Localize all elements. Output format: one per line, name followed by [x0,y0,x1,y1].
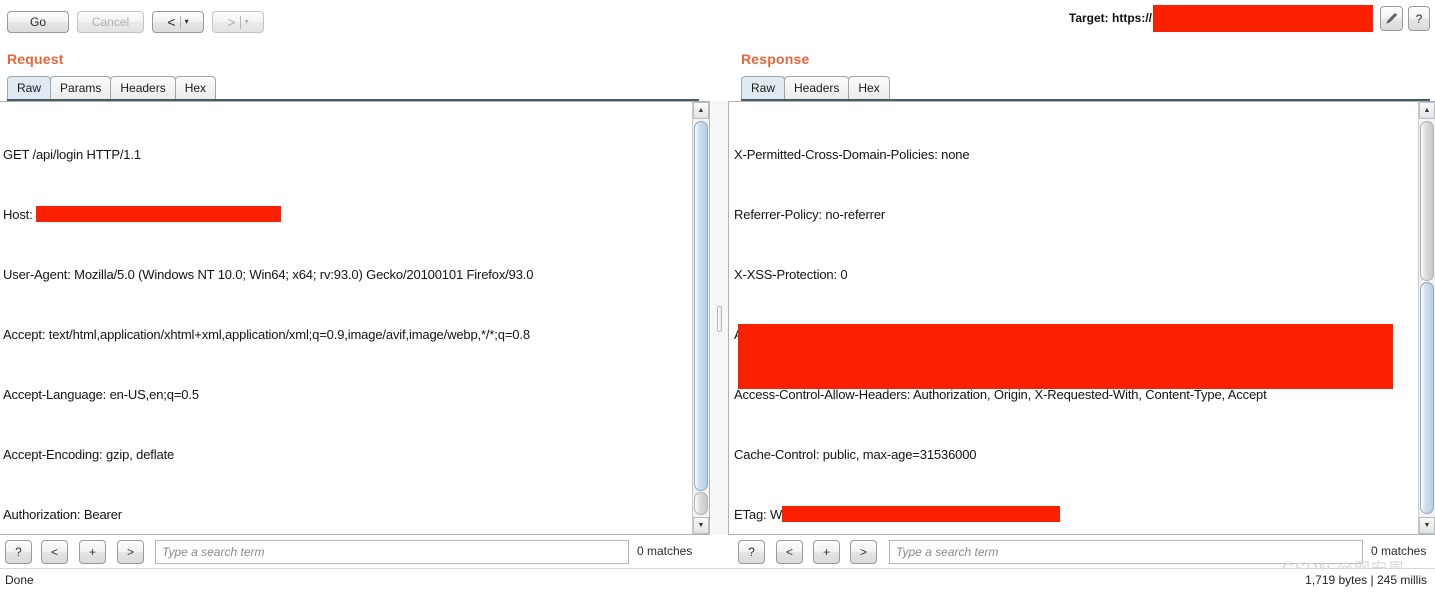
response-tabs: Raw Headers Hex [741,76,889,100]
scroll-down-icon[interactable]: ▼ [693,517,709,534]
csp-redaction [738,324,1393,389]
request-search-bar: ? < + > 0 matches [0,540,711,566]
request-search-next-button[interactable]: > [117,540,144,564]
button-label: ? [748,545,755,559]
tab-label: Raw [751,81,775,95]
request-line: Accept-Language: en-US,en;q=0.5 [3,385,689,405]
target-label: Target: https:// [1069,11,1152,25]
button-label: < [51,545,58,559]
tab-response-headers[interactable]: Headers [784,76,849,99]
divider [180,16,181,29]
button-label: ? [15,545,22,559]
request-line: Authorization: Bearer [3,505,689,525]
response-panel-title: Response [741,51,810,67]
chevron-right-icon: > [227,15,235,29]
response-search-input[interactable] [889,540,1363,564]
scroll-up-icon[interactable]: ▲ [693,102,709,119]
response-text-pane[interactable]: X-Permitted-Cross-Domain-Policies: none … [728,101,1435,535]
panel-splitter[interactable] [711,101,728,535]
tab-label: Raw [17,81,41,95]
scroll-thumb[interactable] [694,121,708,491]
request-panel-title: Request [7,51,64,67]
go-button[interactable]: Go [7,11,69,33]
response-search-add-button[interactable]: + [813,540,840,564]
button-label: + [89,545,96,559]
request-line: GET /api/login HTTP/1.1 [3,145,689,165]
etag-redaction [782,506,1060,522]
response-search-bar: ? < + > 0 matches [728,540,1435,566]
pencil-icon [1385,12,1398,25]
status-text: Done [5,573,34,587]
request-raw-text: GET /api/login HTTP/1.1 Host: User-Agent… [3,105,689,535]
go-button-label: Go [30,15,46,29]
response-line-etag-label: ETag: W [734,507,782,522]
request-tabs: Raw Params Headers Hex [7,76,215,100]
request-line-host: Host: [3,205,689,225]
button-label: < [786,545,793,559]
divider [240,16,241,29]
target-host-redaction [1153,5,1373,32]
tab-label: Headers [794,81,839,95]
response-search-next-button[interactable]: > [850,540,877,564]
request-line: Accept: text/html,application/xhtml+xml,… [3,325,689,345]
burp-repeater-window: Go Cancel < ▾ > ▾ Target: https:// [0,0,1435,592]
request-vertical-scrollbar[interactable]: ▲ ▼ [692,102,709,534]
chevron-left-icon: < [167,15,175,29]
help-button-label: ? [1416,12,1423,26]
response-line: Referrer-Policy: no-referrer [734,205,1415,225]
top-toolbar: Go Cancel < ▾ > ▾ Target: https:// [0,0,1435,38]
scroll-track-upper [1420,121,1434,281]
back-button[interactable]: < ▾ [152,11,204,33]
response-line: X-Permitted-Cross-Domain-Policies: none [734,145,1415,165]
response-vertical-scrollbar[interactable]: ▲ ▼ [1418,102,1435,534]
request-line-host-label: Host: [3,207,36,222]
tab-label: Params [60,81,101,95]
host-redaction [36,206,281,222]
button-label: > [127,545,134,559]
response-raw-text: X-Permitted-Cross-Domain-Policies: none … [734,105,1415,535]
request-search-prev-button[interactable]: < [41,540,68,564]
cancel-button[interactable]: Cancel [77,11,144,33]
scroll-down-icon[interactable]: ▼ [1419,517,1435,534]
response-match-count: 0 matches [1371,544,1426,558]
response-search-help-button[interactable]: ? [738,540,765,564]
tab-request-hex[interactable]: Hex [175,76,216,99]
request-line: Accept-Encoding: gzip, deflate [3,445,689,465]
tab-response-hex[interactable]: Hex [848,76,889,99]
tab-request-headers[interactable]: Headers [110,76,175,99]
request-search-help-button[interactable]: ? [5,540,32,564]
tab-label: Headers [120,81,165,95]
help-button[interactable]: ? [1408,6,1430,31]
request-match-count: 0 matches [637,544,692,558]
response-size-timing: 1,719 bytes | 245 millis [1305,573,1427,587]
scroll-up-icon[interactable]: ▲ [1419,102,1435,119]
forward-button[interactable]: > ▾ [212,11,264,33]
tab-request-params[interactable]: Params [50,76,111,99]
cancel-button-label: Cancel [92,15,129,29]
request-text-pane[interactable]: GET /api/login HTTP/1.1 Host: User-Agent… [0,101,710,535]
tab-label: Hex [185,81,206,95]
tab-response-raw[interactable]: Raw [741,76,785,99]
response-line-etag: ETag: W [734,505,1415,525]
status-bar: Done 1,719 bytes | 245 millis [0,568,1435,592]
chevron-down-icon: ▾ [245,18,249,26]
button-label: + [823,545,830,559]
scroll-track-lower [694,492,708,515]
request-search-add-button[interactable]: + [79,540,106,564]
request-line: User-Agent: Mozilla/5.0 (Windows NT 10.0… [3,265,689,285]
splitter-grip[interactable] [717,306,722,332]
edit-target-button[interactable] [1380,6,1403,31]
tab-request-raw[interactable]: Raw [7,76,51,99]
chevron-down-icon: ▾ [185,18,189,26]
scroll-thumb[interactable] [1420,282,1434,514]
request-search-input[interactable] [155,540,629,564]
button-label: > [860,545,867,559]
response-line: Cache-Control: public, max-age=31536000 [734,445,1415,465]
response-line: X-XSS-Protection: 0 [734,265,1415,285]
tab-label: Hex [858,81,879,95]
response-search-prev-button[interactable]: < [776,540,803,564]
